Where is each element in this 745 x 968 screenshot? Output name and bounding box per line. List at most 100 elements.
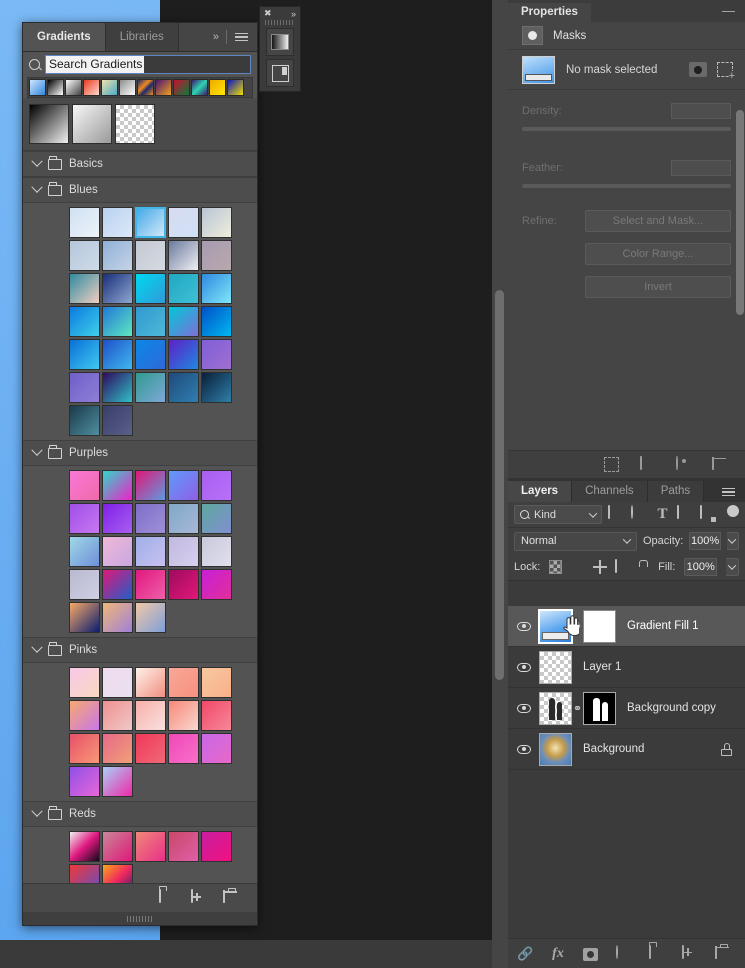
- trash-icon[interactable]: [715, 945, 731, 962]
- fx-icon[interactable]: fx: [550, 946, 566, 962]
- gradient-swatch[interactable]: [135, 273, 166, 304]
- gradient-swatch[interactable]: [168, 240, 199, 271]
- layer-thumbnail[interactable]: [539, 691, 572, 725]
- gradient-preset-swatch[interactable]: [119, 79, 136, 96]
- gradient-swatch[interactable]: [168, 536, 199, 567]
- gradient-swatch[interactable]: [102, 372, 133, 403]
- gradient-swatch[interactable]: [69, 372, 100, 403]
- gradient-swatch[interactable]: [201, 831, 232, 862]
- gradient-swatch[interactable]: [69, 831, 100, 862]
- blend-mode-select[interactable]: Normal: [514, 531, 637, 551]
- gradient-swatch[interactable]: [135, 700, 166, 731]
- gradient-swatch[interactable]: [102, 864, 133, 883]
- gradient-swatch[interactable]: [102, 470, 133, 501]
- gradient-preset-swatch[interactable]: [191, 79, 208, 96]
- gradient-swatch[interactable]: [201, 503, 232, 534]
- layer-mask-thumbnail[interactable]: [583, 691, 616, 725]
- gradient-swatch[interactable]: [201, 667, 232, 698]
- filter-smart-object-icon[interactable]: [700, 505, 717, 523]
- gradient-swatch[interactable]: [201, 240, 232, 271]
- opacity-input[interactable]: 100%: [689, 532, 721, 550]
- gradient-swatch[interactable]: [168, 831, 199, 862]
- gradient-swatch[interactable]: [135, 240, 166, 271]
- pattern-tool-button[interactable]: [266, 59, 294, 87]
- link-icon[interactable]: 🔗: [517, 946, 533, 962]
- fill-input[interactable]: 100%: [684, 558, 718, 576]
- gradient-swatch[interactable]: [201, 733, 232, 764]
- plus-square-icon[interactable]: [682, 944, 698, 962]
- chevron-double-right-icon[interactable]: »: [213, 31, 219, 43]
- gradient-swatch[interactable]: [69, 864, 100, 883]
- gradient-swatch[interactable]: [135, 207, 166, 238]
- gradient-swatch[interactable]: [168, 306, 199, 337]
- gradient-swatch[interactable]: [102, 503, 133, 534]
- gradient-swatch[interactable]: [69, 667, 100, 698]
- adjustment-icon[interactable]: [616, 944, 632, 962]
- layer-mask-thumbnail[interactable]: [583, 609, 616, 643]
- gradient-swatch[interactable]: [168, 372, 199, 403]
- gradient-swatch[interactable]: [201, 273, 232, 304]
- gradient-swatch[interactable]: [102, 667, 133, 698]
- chevron-double-right-icon[interactable]: »: [291, 9, 296, 19]
- gradient-swatch[interactable]: [135, 667, 166, 698]
- layer-row[interactable]: ⚭ Background copy: [508, 688, 745, 729]
- layer-link-icon[interactable]: ⚭: [572, 702, 583, 715]
- gradient-swatch[interactable]: [102, 733, 133, 764]
- gradient-swatch[interactable]: [201, 569, 232, 600]
- gradient-group-blues[interactable]: Blues: [23, 177, 257, 203]
- gradient-swatch[interactable]: [29, 104, 69, 144]
- layer-row[interactable]: Layer 1: [508, 647, 745, 688]
- gradient-swatch[interactable]: [102, 700, 133, 731]
- gradient-preset-swatch[interactable]: [209, 79, 226, 96]
- gradient-preset-swatch[interactable]: [101, 79, 118, 96]
- filter-shape-icon[interactable]: [677, 505, 694, 523]
- gradient-swatch[interactable]: [135, 831, 166, 862]
- filter-type-icon[interactable]: T: [654, 506, 671, 523]
- layer-visibility-toggle[interactable]: [508, 621, 539, 631]
- filter-kind-select[interactable]: Kind: [514, 505, 602, 524]
- gradient-group-purples[interactable]: Purples: [23, 440, 257, 466]
- scrollbar-thumb[interactable]: [736, 110, 744, 315]
- gradient-swatch[interactable]: [168, 667, 199, 698]
- layer-visibility-toggle[interactable]: [508, 744, 539, 754]
- new-group-button[interactable]: [159, 889, 175, 906]
- layer-row[interactable]: ⚭Gradient Fill 1: [508, 606, 745, 647]
- layer-thumbnail[interactable]: [539, 732, 572, 766]
- layer-thumbnail[interactable]: [539, 650, 572, 684]
- gradient-preset-swatch[interactable]: [83, 79, 100, 96]
- gradient-swatch[interactable]: [72, 104, 112, 144]
- tool-popup-grip[interactable]: [265, 20, 295, 25]
- gradient-swatch[interactable]: [102, 207, 133, 238]
- gradients-scrollbar[interactable]: [736, 110, 744, 900]
- lock-artboard-nesting-icon[interactable]: [614, 559, 628, 574]
- gradient-swatch[interactable]: [201, 339, 232, 370]
- filter-pixel-icon[interactable]: [608, 505, 625, 523]
- gradient-swatch[interactable]: [168, 273, 199, 304]
- layer-thumbnail[interactable]: [538, 608, 579, 644]
- gradient-swatch[interactable]: [69, 306, 100, 337]
- panel-menu-icon[interactable]: [235, 32, 248, 42]
- gradient-swatch[interactable]: [168, 569, 199, 600]
- layer-visibility-toggle[interactable]: [508, 703, 539, 713]
- lock-image-pixels-icon[interactable]: [571, 560, 584, 574]
- gradient-swatch[interactable]: [135, 339, 166, 370]
- gradient-swatch[interactable]: [102, 766, 133, 797]
- gradient-swatch[interactable]: [201, 700, 232, 731]
- gradient-swatch[interactable]: [135, 536, 166, 567]
- gradient-swatch[interactable]: [102, 602, 133, 633]
- gradient-swatch[interactable]: [69, 207, 100, 238]
- gradient-swatch[interactable]: [201, 536, 232, 567]
- gradient-swatch[interactable]: [69, 470, 100, 501]
- gradient-swatch[interactable]: [102, 339, 133, 370]
- gradient-swatch[interactable]: [168, 470, 199, 501]
- panel-resize-grip[interactable]: [23, 912, 257, 925]
- gradient-swatch[interactable]: [135, 372, 166, 403]
- add-pixel-mask-button[interactable]: [689, 62, 707, 77]
- folder-icon[interactable]: [649, 944, 665, 962]
- layer-visibility-toggle[interactable]: [508, 662, 539, 672]
- gradient-swatch[interactable]: [102, 536, 133, 567]
- gradient-swatch[interactable]: [168, 700, 199, 731]
- gradient-swatch[interactable]: [69, 602, 100, 633]
- lock-position-icon[interactable]: [592, 560, 607, 574]
- tab-properties[interactable]: Properties: [508, 3, 591, 22]
